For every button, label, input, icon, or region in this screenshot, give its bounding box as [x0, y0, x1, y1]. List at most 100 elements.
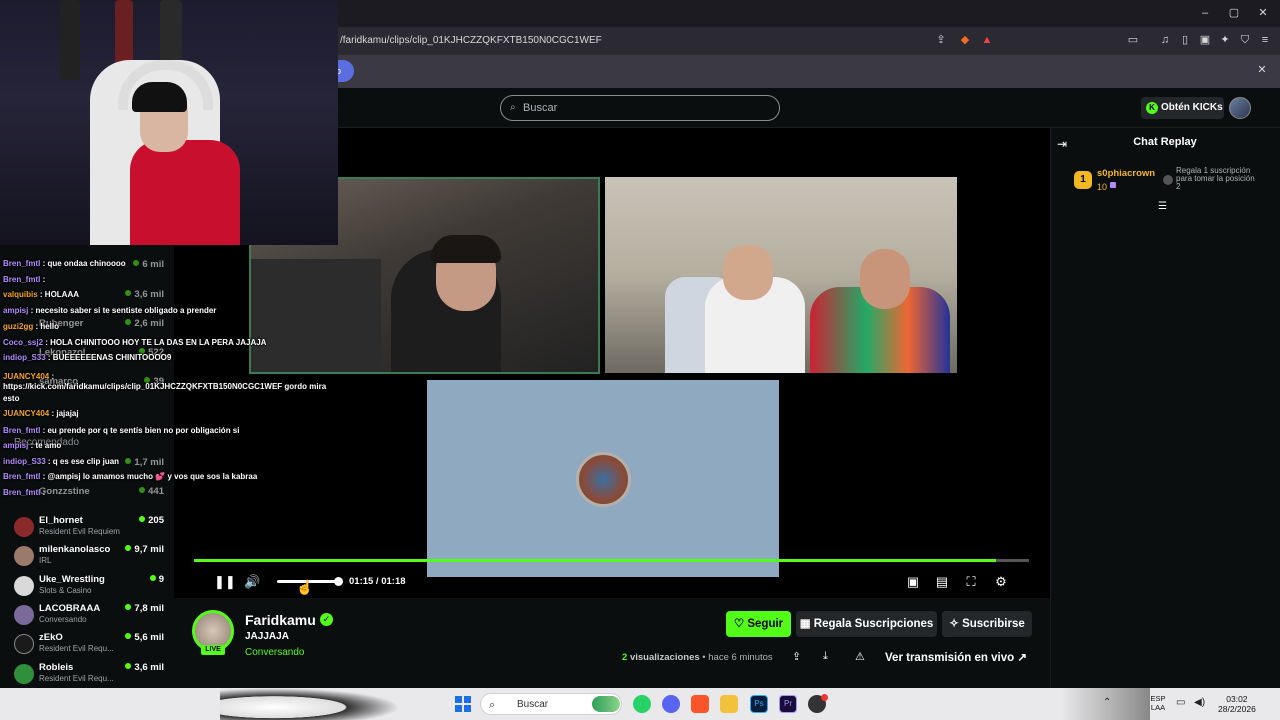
chat-replay-title: Chat Replay [1133, 136, 1197, 148]
overlay-chat-username: guzi2gg [3, 322, 34, 331]
sidebar-channel[interactable]: LACOBRAAA Conversando 7,8 mil [14, 603, 164, 629]
viewer-count: 5,6 mil [134, 632, 164, 643]
wallet-icon[interactable]: ▣ [1198, 34, 1212, 48]
report-icon[interactable]: ⚠ [855, 650, 865, 663]
brave-shield-icon[interactable]: ◆ [958, 34, 972, 48]
overlay-chat-message: Bren_fmtl : @ampisj lo amamos mucho 💕 y … [3, 472, 257, 481]
overlay-chat-username: Bren_fmtl [3, 472, 41, 481]
menu-icon[interactable]: ≡ [1258, 34, 1272, 48]
overlay-chat-username: indiop_S33 [3, 457, 46, 466]
clock-time: 03:02 [1226, 694, 1248, 704]
overlay-chat-message: https://kick.com/faridkamu/clips/clip_01… [3, 382, 326, 391]
share-icon[interactable]: ⇪ [934, 34, 948, 48]
file-explorer-icon[interactable] [720, 695, 738, 713]
overlay-chat-text: : que ondaa chinoooo [40, 259, 126, 268]
pause-icon[interactable]: ❚❚ [214, 574, 236, 590]
follow-label: Seguir [747, 618, 784, 630]
user-avatar[interactable] [1229, 97, 1251, 119]
sidebar-channel[interactable]: zEkO Resident Evil Requ... 5,6 mil [14, 632, 164, 658]
verified-icon: ✓ [320, 613, 333, 626]
channel-name: zEkO [39, 632, 63, 643]
channel-category: Conversando [39, 615, 87, 624]
settings-icon[interactable]: ⚙ [993, 574, 1009, 590]
overlay-chat-message: Coco_ssj2 : HOLA CHINITOOO HOY TE LA DAS… [3, 338, 266, 347]
follow-button[interactable]: ♡ Seguir [726, 611, 791, 637]
rank-badge: 1 [1074, 171, 1092, 189]
streamer-jersey [130, 140, 240, 245]
whatsapp-icon[interactable] [633, 695, 651, 713]
leo-ai-icon[interactable]: ✦ [1218, 34, 1232, 48]
channel-category: Slots & Casino [39, 586, 92, 595]
overlay-chat-username: Bren_fmtl [3, 426, 41, 435]
fullscreen-icon[interactable]: ⛶ [963, 574, 979, 590]
avatar [14, 546, 34, 566]
theater-mode-icon[interactable]: ▤ [934, 574, 950, 590]
speaker-icon[interactable]: ◀) [1194, 697, 1205, 708]
overlay-chat-message: Bren_fmtl : [3, 275, 45, 284]
close-notification-icon[interactable]: ✕ [1255, 64, 1269, 78]
overlay-chat-text: : [40, 275, 46, 284]
expand-leaderboard-icon[interactable]: ☰ [1158, 201, 1167, 212]
sidebar-icon[interactable]: ▯ [1178, 34, 1192, 48]
language-indicator[interactable]: ESP LAA [1147, 694, 1169, 712]
get-kicks-button[interactable]: K Obtén KICKs [1141, 97, 1224, 119]
leaderboard-user[interactable]: s0phiacrown [1097, 168, 1155, 179]
search-input[interactable]: ⌕ Buscar [500, 95, 780, 121]
system-clock[interactable]: 03:02 28/2/2026 [1218, 694, 1256, 714]
brave-rewards-icon[interactable]: ▲ [980, 34, 994, 48]
overlay-chat-username: indiop_S33 [3, 353, 46, 362]
overlay-chat-message: guzi2gg : hello [3, 322, 59, 331]
viewer-count: 7,8 mil [134, 603, 164, 614]
channel-name: Robleis [39, 662, 74, 673]
avatar [14, 634, 34, 654]
viewer-count: 3,6 mil [134, 662, 164, 673]
maximize-icon[interactable]: ▢ [1227, 7, 1241, 21]
sidebar-channel[interactable]: Uke_Wrestling Slots & Casino 9 [14, 574, 164, 600]
cast-icon[interactable]: ▭ [1126, 34, 1140, 48]
premiere-icon[interactable]: Pr [779, 695, 797, 713]
sidebar-channel[interactable]: Robleis Resident Evil Requ... 3,6 mil [14, 662, 164, 688]
overlay-chat-message: Bren_fmtl : que ondaa chinoooo [3, 259, 126, 268]
overlay-chat-message: JUANCY404 : jajajaj [3, 409, 79, 418]
share-clip-icon[interactable]: ⇪ [792, 650, 801, 663]
overlay-chat-message: indiop_S33 : q es ese clip juan [3, 457, 119, 466]
overlay-chat-text: : jajajaj [49, 409, 79, 418]
brave-icon[interactable] [691, 695, 709, 713]
gift-prompt[interactable]: Regala 1 suscripción para tomar la posic… [1176, 167, 1256, 191]
windows-start-icon[interactable] [455, 696, 471, 712]
sidebar-channel[interactable]: El_hornet Resident Evil Requiem 205 [14, 515, 164, 541]
download-icon[interactable]: ⤓ [823, 650, 828, 663]
watch-stream-button[interactable]: Ver transmisión en vivo ↗ [880, 645, 1032, 671]
gift-box-icon: ▦ [799, 618, 814, 630]
channel-name[interactable]: Faridkamu [245, 612, 316, 628]
address-bar[interactable]: /faridkamu/clips/clip_01KJHCZZQKFXTB150N… [330, 31, 1000, 51]
vpn-icon[interactable]: ⛉ [1238, 34, 1252, 48]
avatar [14, 576, 34, 596]
person-face [723, 245, 773, 300]
tray-chevron-icon[interactable]: ⌃ [1103, 697, 1111, 708]
mini-player-icon[interactable]: ▣ [905, 574, 921, 590]
subscribe-button[interactable]: ✧ Suscribirse [942, 611, 1032, 637]
network-icon[interactable]: ▭ [1176, 697, 1185, 708]
gift-subs-button[interactable]: ▦ Regala Suscripciones [796, 611, 937, 637]
discord-icon[interactable] [662, 695, 680, 713]
minimize-icon[interactable]: – [1198, 7, 1212, 21]
overlay-chat-username: ampisj [3, 441, 29, 450]
overlay-chat-message: esto [3, 394, 19, 403]
volume-icon[interactable]: 🔊 [244, 574, 260, 590]
external-link-icon: ↗ [1014, 652, 1027, 664]
viewer-count: 205 [148, 515, 164, 526]
photoshop-icon[interactable]: Ps [750, 695, 768, 713]
close-window-icon[interactable]: ✕ [1256, 7, 1270, 21]
video-cam-right [605, 177, 957, 373]
channel-category: IRL [39, 556, 52, 565]
volume-knob[interactable] [334, 577, 343, 586]
stream-category[interactable]: Conversando [245, 647, 304, 658]
time-display: 01:15 / 01:18 [349, 576, 406, 587]
music-icon[interactable]: ♫ [1158, 34, 1172, 48]
views-label: visualizaciones [629, 652, 700, 663]
gift-rank-icon [1163, 175, 1173, 185]
overlay-chat-message: JUANCY404 : [3, 372, 54, 381]
sidebar-channel[interactable]: milenkanolasco IRL 9,7 mil [14, 544, 164, 570]
channel-category: Resident Evil Requ... [39, 644, 114, 653]
